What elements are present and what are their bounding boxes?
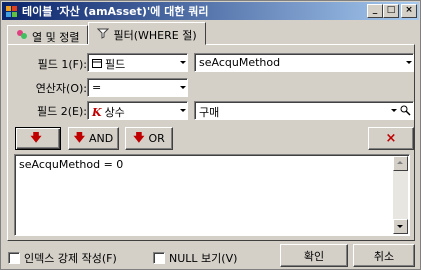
delete-button[interactable]: × [368,127,414,150]
field2-label: 필드 2(E): [37,105,87,118]
chevron-down-icon [391,103,397,118]
operator-select[interactable]: = [87,78,188,97]
down-arrow-icon: 🡇 [30,131,42,144]
field1-label: 필드 1(F): [37,58,87,71]
field2-type-value: 상수 [104,106,125,119]
operator-label: 연산자(O): [35,82,87,95]
insert-button[interactable]: 🡇 [15,127,61,150]
or-label: OR [148,132,165,145]
and-label: AND [89,132,114,145]
ok-button[interactable]: 확인 [280,244,348,267]
checkbox-box[interactable] [8,252,20,264]
window-title: 테이블 '자산 (amAsset)'에 대한 쿼리 [22,5,209,18]
force-index-checkbox[interactable]: 인덱스 강제 작성(F) [8,250,117,266]
field1-value-select[interactable]: seAcquMethod [194,53,414,72]
app-icon [5,4,19,18]
or-button[interactable]: 🡇 OR [125,127,173,150]
checkbox-box[interactable] [153,252,165,264]
down-arrow-icon: 🡇 [133,131,145,144]
and-button[interactable]: 🡇 AND [68,127,119,150]
cancel-label: 취소 [373,249,395,263]
close-button[interactable]: × [401,4,417,18]
query-text: seAcquMethod = 0 [19,158,124,171]
chevron-down-icon [180,80,186,95]
ok-label: 확인 [303,249,325,263]
delete-icon: × [385,131,397,146]
chevron-down-icon [180,55,186,70]
field2-type-select[interactable]: K 상수 [87,101,188,120]
show-null-label: NULL 보기(V) [169,252,238,265]
query-text-area[interactable]: seAcquMethod = 0 [14,154,410,236]
column-sort-icon [16,29,28,44]
chevron-down-icon [406,55,412,70]
vertical-scrollbar[interactable] [393,156,408,234]
tab-label: 열 및 정렬 [32,31,80,44]
field2-value-select[interactable]: 구매 [194,101,414,120]
title-bar[interactable]: 테이블 '자산 (amAsset)'에 대한 쿼리 _ □ × [2,2,419,20]
operator-value: = [92,81,102,94]
filter-icon [97,27,110,42]
search-icon[interactable] [398,103,412,118]
tab-columns-sort[interactable]: 열 및 정렬 [7,25,89,45]
down-arrow-icon: 🡇 [73,131,86,144]
force-index-label: 인덱스 강제 작성(F) [24,252,117,265]
show-null-checkbox[interactable]: NULL 보기(V) [153,250,237,266]
scroll-down-button[interactable] [393,219,408,234]
scroll-up-button[interactable] [393,156,408,171]
minimize-button[interactable]: _ [367,4,383,18]
constant-icon: K [92,105,102,119]
maximize-button[interactable]: □ [383,4,399,18]
field2-value: 구매 [199,106,220,119]
chevron-down-icon [180,103,186,118]
field1-type-value: 필드 [105,58,126,71]
query-dialog: 테이블 '자산 (amAsset)'에 대한 쿼리 _ □ × 열 및 정렬 필… [0,0,421,270]
tab-filter-where[interactable]: 필터(WHERE 절) [88,22,206,45]
field-icon [92,58,102,71]
field1-value: seAcquMethod [199,56,281,69]
tab-label: 필터(WHERE 절) [113,29,197,42]
field1-type-select[interactable]: 필드 [87,53,188,72]
cancel-button[interactable]: 취소 [353,244,415,267]
